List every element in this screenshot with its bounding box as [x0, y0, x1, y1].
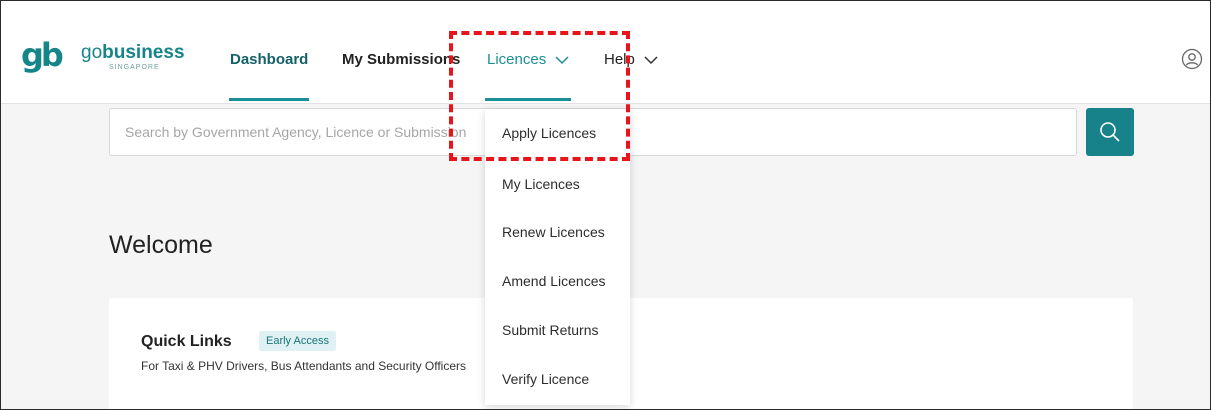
menu-item-submit-returns[interactable]: Submit Returns — [502, 322, 598, 338]
app-window: gb gobusiness SINGAPORE Dashboard My Sub… — [0, 0, 1211, 410]
menu-item-verify-licence[interactable]: Verify Licence — [502, 371, 589, 387]
search-icon — [1100, 122, 1120, 142]
quick-links-title: Quick Links — [141, 333, 232, 350]
logo-word-business: business — [102, 42, 185, 63]
gobusiness-logo-mark[interactable]: gb — [21, 39, 64, 71]
search-button[interactable] — [1086, 108, 1134, 156]
menu-item-renew-licences[interactable]: Renew Licences — [502, 224, 605, 240]
menu-item-amend-licences[interactable]: Amend Licences — [502, 273, 606, 289]
early-access-badge: Early Access — [259, 331, 336, 351]
welcome-heading: Welcome — [109, 231, 213, 259]
red-dashed-highlight — [449, 31, 630, 161]
quick-links-description: For Taxi & PHV Drivers, Bus Attendants a… — [141, 359, 467, 373]
gobusiness-logo-text[interactable]: gobusiness — [81, 43, 185, 62]
menu-item-my-licences[interactable]: My Licences — [502, 176, 580, 192]
nav-dashboard-underline — [229, 98, 309, 101]
chevron-down-icon — [644, 56, 658, 64]
logo-subtitle: SINGAPORE — [109, 64, 160, 71]
logo-word-go: go — [81, 42, 103, 63]
nav-my-submissions[interactable]: My Submissions — [342, 51, 460, 69]
user-profile-icon[interactable] — [1181, 48, 1203, 70]
nav-dashboard[interactable]: Dashboard — [230, 51, 308, 69]
